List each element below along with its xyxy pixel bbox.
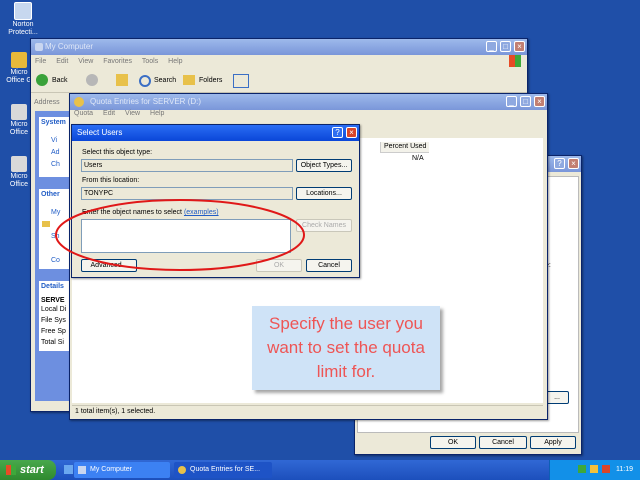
ellipsis-button[interactable]: ... <box>545 391 569 404</box>
desktop-icon-label: Micro Office G <box>6 69 32 84</box>
object-types-button[interactable]: Object Types... <box>296 159 352 172</box>
close-button[interactable]: × <box>346 127 357 138</box>
menu-help[interactable]: Help <box>168 58 182 65</box>
task-label: Quota Entries for SE... <box>190 466 261 473</box>
apply-button[interactable]: Apply <box>530 436 576 449</box>
windows-logo-icon <box>509 55 521 67</box>
location-label: From this location: <box>82 177 140 184</box>
column-header-percent-used: Percent Used <box>384 143 427 150</box>
maximize-button[interactable]: □ <box>500 41 511 52</box>
menu-edit[interactable]: Edit <box>56 58 68 65</box>
menu-favorites[interactable]: Favorites <box>103 58 132 65</box>
office-icon <box>11 156 27 172</box>
callout-text: Specify the user you want to set the quo… <box>267 314 425 381</box>
system-tray: 11:19 <box>549 460 640 480</box>
up-folder-icon[interactable] <box>116 74 128 86</box>
start-button[interactable]: start <box>0 460 56 480</box>
details-line: Free Sp <box>41 328 66 335</box>
quick-launch-icon[interactable] <box>64 465 73 474</box>
window-title: Quota Entries for SERVER (D:) <box>90 97 201 106</box>
desktop-icon-label: Micro Office <box>9 121 29 136</box>
drive-icon <box>74 97 84 107</box>
row-percent-value: N/A <box>412 155 424 162</box>
start-label: start <box>20 464 44 476</box>
status-bar: 1 total item(s), 1 selected. <box>72 405 543 418</box>
dialog-title: Select Users <box>77 128 123 137</box>
tray-icon[interactable] <box>602 465 610 473</box>
task-link[interactable]: Vi <box>51 137 57 144</box>
menu-bar: Quota Edit View Help <box>70 110 547 121</box>
office-icon <box>11 104 27 120</box>
panel-title: Details <box>41 283 64 290</box>
desktop-icon-norton[interactable]: Norton Protecti... <box>6 2 40 37</box>
folder-icon <box>42 221 50 227</box>
close-button[interactable]: × <box>514 41 525 52</box>
quota-titlebar[interactable]: Quota Entries for SERVER (D:) _ □ × <box>70 94 547 110</box>
details-panel: Details SERVE Local Di File Sys Free Sp … <box>39 281 73 351</box>
panel-title: System <box>41 119 66 126</box>
desktop-icon-label: Norton Protecti... <box>8 21 38 36</box>
minimize-button[interactable]: _ <box>486 41 497 52</box>
status-text: 1 total item(s), 1 selected. <box>75 408 156 415</box>
object-type-field: Users <box>81 159 293 172</box>
system-tasks-panel: System Vi Ad Ch <box>39 117 73 177</box>
help-button[interactable]: ? <box>554 158 565 169</box>
cancel-button[interactable]: Cancel <box>479 436 527 449</box>
forward-arrow-icon[interactable] <box>86 74 98 86</box>
back-button[interactable]: Back <box>52 77 68 84</box>
details-line: Local Di <box>41 306 67 313</box>
task-link[interactable]: Ch <box>51 161 60 168</box>
menu-bar: File Edit View Favorites Tools Help <box>31 58 527 69</box>
clock: 11:19 <box>616 466 633 473</box>
menu-help[interactable]: Help <box>150 110 164 117</box>
computer-icon <box>35 43 43 51</box>
views-icon[interactable] <box>233 74 249 88</box>
menu-tools[interactable]: Tools <box>142 58 158 65</box>
drive-icon <box>178 466 186 474</box>
menu-view[interactable]: View <box>78 58 93 65</box>
folders-icon[interactable] <box>183 75 195 85</box>
desktop-icon-label: Micro Office <box>9 173 29 188</box>
tray-icon[interactable] <box>578 465 586 473</box>
menu-view[interactable]: View <box>125 110 140 117</box>
task-link[interactable]: Ad <box>51 149 60 156</box>
details-line: Total Si <box>41 339 64 346</box>
address-label: Address <box>34 99 60 106</box>
taskbar-item-my-computer[interactable]: My Computer <box>74 462 170 478</box>
folders-button[interactable]: Folders <box>199 77 222 84</box>
back-arrow-icon[interactable] <box>36 74 48 86</box>
ok-button[interactable]: OK <box>430 436 476 449</box>
object-type-label: Select this object type: <box>82 149 153 156</box>
help-button[interactable]: ? <box>332 127 343 138</box>
toolbar: Back Search Folders <box>31 70 527 93</box>
instruction-callout: Specify the user you want to set the quo… <box>252 306 440 390</box>
tray-icon[interactable] <box>590 465 598 473</box>
computer-icon <box>78 466 86 474</box>
taskbar: start My Computer Quota Entries for SE..… <box>0 460 640 480</box>
column-header[interactable]: Percent Used <box>380 142 429 153</box>
close-button[interactable]: × <box>568 158 579 169</box>
cancel-button[interactable]: Cancel <box>306 259 352 272</box>
maximize-button[interactable]: □ <box>520 96 531 107</box>
select-users-titlebar[interactable]: Select Users ? × <box>72 125 359 141</box>
my-computer-titlebar[interactable]: My Computer _ □ × <box>31 39 527 55</box>
minimize-button[interactable]: _ <box>506 96 517 107</box>
details-line: File Sys <box>41 317 66 324</box>
windows-flag-icon <box>6 465 16 475</box>
close-button[interactable]: × <box>534 96 545 107</box>
taskbar-item-quota-entries[interactable]: Quota Entries for SE... <box>174 462 272 478</box>
recycle-bin-icon <box>14 2 32 20</box>
office-icon <box>11 52 27 68</box>
details-name: SERVE <box>41 297 65 304</box>
menu-edit[interactable]: Edit <box>103 110 115 117</box>
search-icon[interactable] <box>139 75 151 87</box>
search-button[interactable]: Search <box>154 77 176 84</box>
menu-file[interactable]: File <box>35 58 46 65</box>
menu-quota[interactable]: Quota <box>74 110 93 117</box>
window-title: My Computer <box>45 42 94 51</box>
task-label: My Computer <box>90 466 133 473</box>
highlight-ellipse <box>55 199 305 271</box>
